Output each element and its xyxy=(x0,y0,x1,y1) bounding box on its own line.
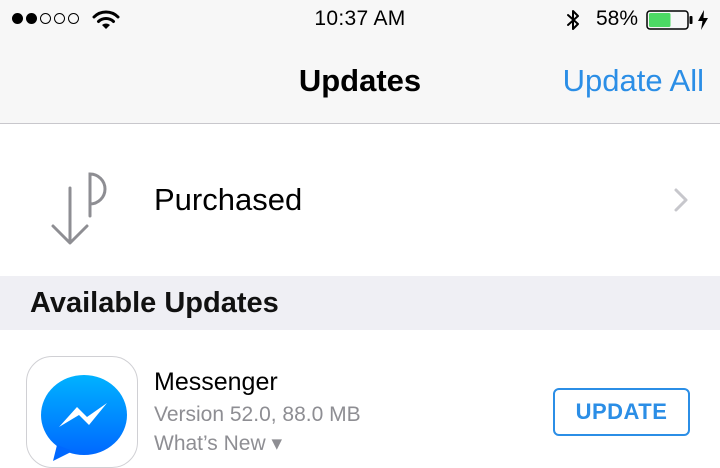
navigation-bar: Updates Update All xyxy=(0,40,720,124)
section-title: Available Updates xyxy=(30,287,279,319)
purchased-row[interactable]: Purchased xyxy=(0,124,720,276)
battery-percent: 58% xyxy=(596,7,639,30)
chevron-right-icon xyxy=(673,187,689,218)
purchased-label: Purchased xyxy=(154,182,303,217)
purchased-icon xyxy=(48,154,124,251)
battery-fill xyxy=(649,13,671,27)
battery-icon xyxy=(646,10,694,35)
section-header: Available Updates xyxy=(0,276,720,330)
charging-bolt-icon xyxy=(697,10,709,35)
list-item: Messenger Version 52.0, 88.0 MB What’s N… xyxy=(0,330,720,468)
app-name: Messenger xyxy=(154,368,278,396)
messenger-app-icon[interactable] xyxy=(26,356,138,468)
messenger-bubble-icon xyxy=(39,373,129,467)
app-version: Version 52.0, 88.0 MB xyxy=(154,403,361,426)
update-all-button[interactable]: Update All xyxy=(563,63,704,99)
status-bar: 10:37 AM 58% xyxy=(0,0,720,40)
update-button[interactable]: UPDATE xyxy=(553,388,690,436)
bluetooth-icon xyxy=(565,8,581,37)
whats-new-link[interactable]: What’s New ▾ xyxy=(154,431,282,456)
